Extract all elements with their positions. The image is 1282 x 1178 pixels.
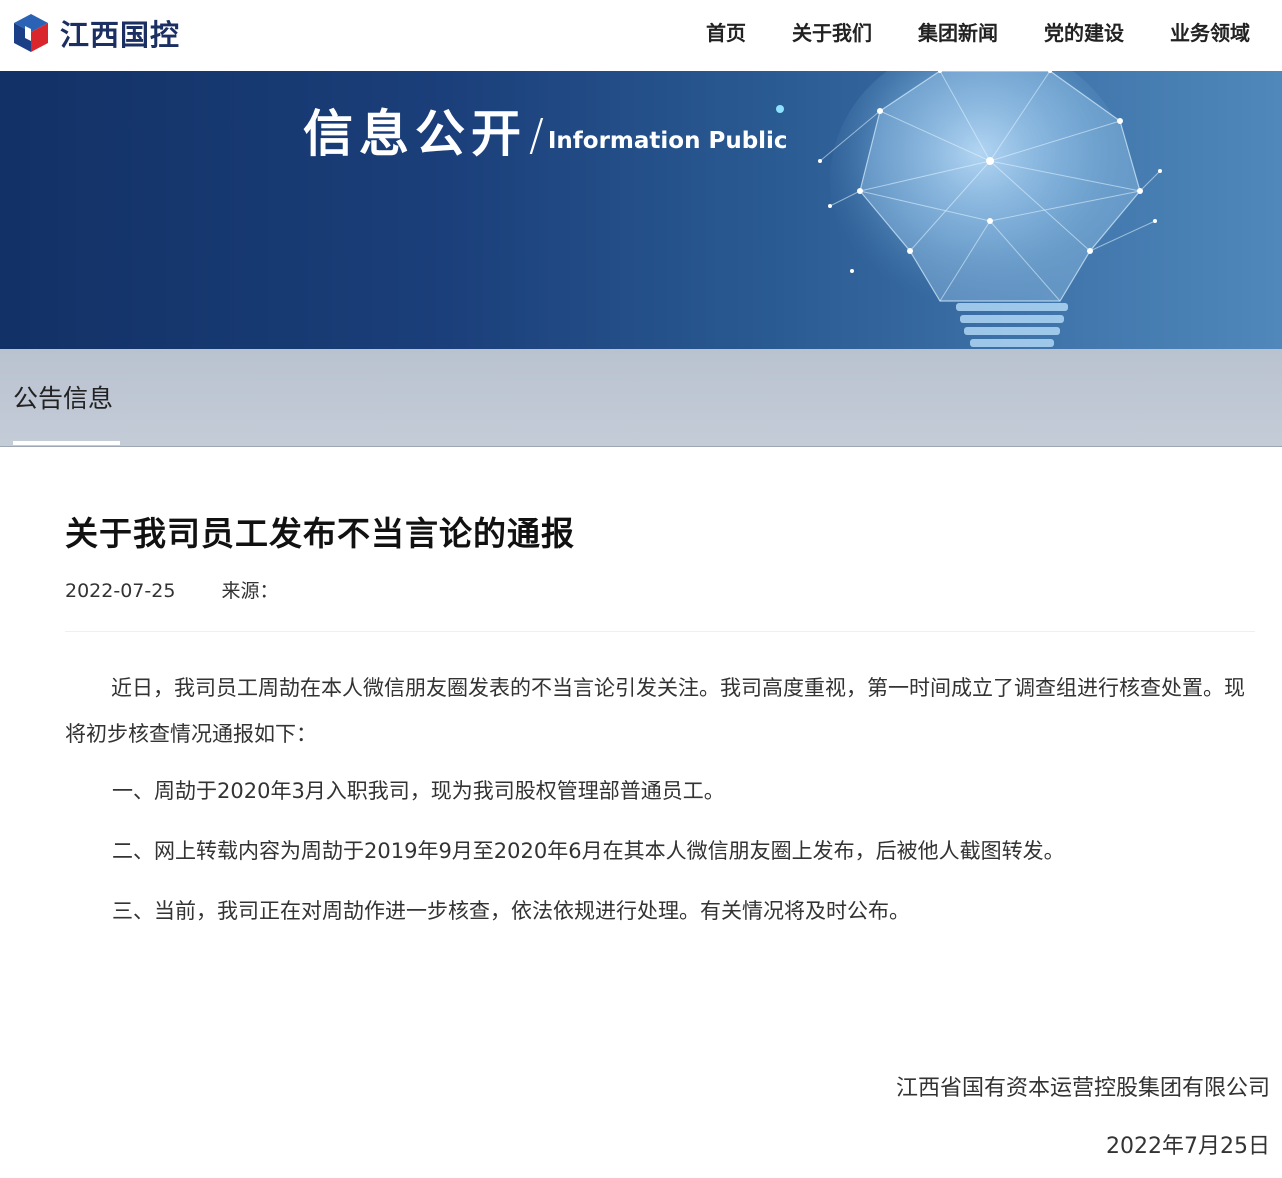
article-paragraph-3: 三、当前，我司正在对周劼作进一步核查，依法依规进行处理。有关情况将及时公布。 xyxy=(112,899,910,923)
site-logo[interactable]: 江西国控 xyxy=(12,12,180,54)
article-date: 2022-07-25 xyxy=(65,580,176,602)
nav-item-about[interactable]: 关于我们 xyxy=(792,18,872,48)
logo-cube-icon xyxy=(14,14,48,52)
tab-active-indicator xyxy=(13,441,120,445)
signature-organization: 江西省国有资本运营控股集团有限公司 xyxy=(895,1076,1270,1101)
banner-title-cn: 信息公开 xyxy=(303,105,527,163)
section-bar: 公告信息 xyxy=(0,349,1282,447)
banner-slash: / xyxy=(529,110,544,161)
nav-item-party[interactable]: 党的建设 xyxy=(1044,18,1124,48)
banner-title-en: Information Public xyxy=(547,128,788,154)
article-paragraph-intro: 近日，我司员工周劼在本人微信朋友圈发表的不当言论引发关注。我司高度重视，第一时间… xyxy=(65,676,1245,746)
main-nav: 首页 关于我们 集团新闻 党的建设 业务领域 xyxy=(660,18,1250,48)
nav-item-news[interactable]: 集团新闻 xyxy=(918,18,998,48)
meta-divider xyxy=(65,631,1255,632)
site-header: 江西国控 首页 关于我们 集团新闻 党的建设 业务领域 xyxy=(0,0,1282,72)
article-paragraph-2: 二、网上转载内容为周劼于2019年9月至2020年6月在其本人微信朋友圈上发布，… xyxy=(112,839,1065,863)
logo-text: 江西国控 xyxy=(60,18,181,52)
article-source-label: 来源： xyxy=(221,580,279,602)
article-title: 关于我司员工发布不当言论的通报 xyxy=(65,514,575,553)
article-meta: 2022-07-25 来源： xyxy=(65,576,318,603)
article-paragraph-1: 一、周劼于2020年3月入职我司，现为我司股权管理部普通员工。 xyxy=(112,779,725,803)
tab-announcements[interactable]: 公告信息 xyxy=(13,379,113,415)
nav-item-business[interactable]: 业务领域 xyxy=(1170,18,1250,48)
banner-title: 信息公开 / Information Public xyxy=(303,105,788,163)
hero-banner: 信息公开 / Information Public xyxy=(0,71,1282,349)
nav-item-home[interactable]: 首页 xyxy=(706,18,746,48)
lightbulb-illustration xyxy=(776,71,1162,347)
signature-date: 2022年7月25日 xyxy=(1106,1134,1270,1159)
